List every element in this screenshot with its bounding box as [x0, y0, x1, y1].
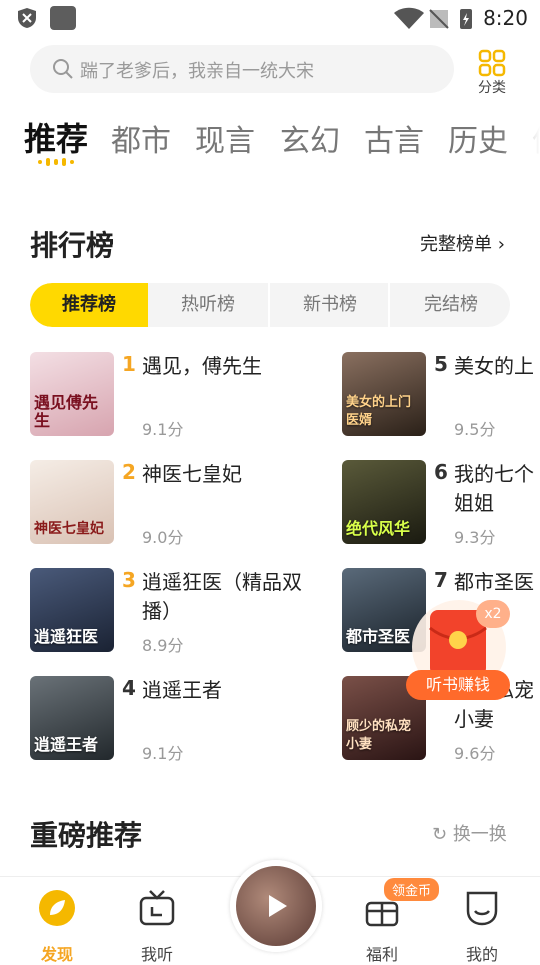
cover-title: 逍遥狂医: [34, 627, 99, 646]
ranking-title: 排行榜: [30, 229, 115, 262]
smile-icon: [466, 891, 498, 926]
coin-badge: 领金币: [384, 878, 440, 901]
listen-earn-label: 听书赚钱: [406, 670, 510, 700]
tab-ancient-romance[interactable]: 古言: [364, 116, 424, 160]
tab-recommend[interactable]: 推荐: [24, 114, 88, 160]
book-cover: 美女的上门医婿: [342, 352, 426, 436]
mini-player[interactable]: [230, 860, 322, 952]
book-cover: 遇见傅先生: [30, 352, 114, 436]
refresh-label: 换一换: [452, 824, 507, 845]
refresh-icon: ↻: [432, 824, 453, 845]
play-icon: [269, 895, 287, 917]
active-tab-indicator: [38, 158, 74, 166]
app-notification-icon: [50, 6, 76, 30]
search-icon: [53, 59, 73, 79]
leaf-icon: [39, 890, 75, 926]
listen-earn-float[interactable]: x2 听书赚钱: [406, 600, 510, 704]
book-item[interactable]: 遇见傅先生 1 遇见，傅先生 9.1分: [30, 352, 310, 444]
book-title: 都市圣医: [454, 570, 534, 594]
book-score: 9.0分: [142, 528, 184, 547]
grid-icon: [478, 49, 506, 77]
cover-title: 逍遥王者: [34, 735, 99, 754]
clock: 8:20: [483, 6, 528, 30]
book-item[interactable]: 逍遥王者 4 逍遥王者 9.1分: [30, 676, 310, 768]
shield-icon: [18, 8, 36, 28]
full-ranking-link[interactable]: 完整榜单 ›: [420, 230, 505, 256]
book-score: 9.3分: [454, 528, 496, 547]
nav-rewards-label: 福利: [365, 945, 398, 964]
book-title: 神医七皇妃: [142, 462, 242, 486]
category-tabs: 推荐 都市 现言 玄幻 古言 历史 体: [24, 112, 540, 172]
book-score: 9.6分: [454, 744, 496, 763]
book-score: 9.5分: [454, 420, 496, 439]
nav-discover-label: 发现: [40, 945, 73, 964]
book-item[interactable]: 美女的上门医婿 5 美女的上 9.5分: [342, 352, 540, 444]
wifi-icon: [394, 7, 424, 29]
book-rank: 5: [434, 352, 448, 376]
book-score: 9.1分: [142, 744, 184, 763]
category-label: 分类: [478, 80, 506, 96]
book-rank: 6: [434, 460, 448, 484]
book-score: 9.1分: [142, 420, 184, 439]
nav-listen-label: 我听: [140, 945, 173, 964]
segment-hot[interactable]: 热听榜: [148, 283, 268, 327]
tabs-fade: [500, 112, 540, 172]
segment-finished[interactable]: 完结榜: [388, 283, 510, 327]
book-rank: 4: [122, 676, 136, 700]
book-title: 逍遥狂医（精品双播）: [142, 570, 302, 623]
book-rank: 3: [122, 568, 136, 592]
cover-title: 美女的上门医婿: [346, 395, 412, 428]
system-status-icons: [394, 7, 472, 29]
segment-recommend[interactable]: 推荐榜: [30, 283, 148, 327]
status-bar: 8:20: [0, 0, 540, 36]
book-title: 我的七个姐姐: [454, 462, 534, 515]
chevron-right-icon: ›: [492, 234, 505, 255]
cover-title: 神医七皇妃: [34, 521, 104, 537]
book-cover: 神医七皇妃: [30, 460, 114, 544]
cover-title: 绝代风华: [346, 519, 411, 538]
tab-history[interactable]: 历史: [448, 116, 508, 160]
full-ranking-label: 完整榜单: [420, 234, 492, 255]
search-placeholder: 踹了老爹后，我亲自一统大宋: [80, 61, 314, 82]
category-button[interactable]: 分类: [470, 47, 514, 96]
segment-new[interactable]: 新书榜: [268, 283, 390, 327]
book-rank: 7: [434, 568, 448, 592]
cover-title: 遇见傅先生: [34, 393, 99, 430]
book-cover: 逍遥狂医: [30, 568, 114, 652]
nav-profile-label: 我的: [465, 945, 498, 964]
tab-modern-romance[interactable]: 现言: [195, 116, 255, 160]
book-item[interactable]: 神医七皇妃 2 神医七皇妃 9.0分: [30, 460, 310, 552]
book-title: 逍遥王者: [142, 678, 222, 702]
book-title: 遇见，傅先生: [142, 354, 262, 378]
book-cover: 绝代风华: [342, 460, 426, 544]
book-cover: 逍遥王者: [30, 676, 114, 760]
book-title: 美女的上: [454, 354, 534, 378]
featured-title: 重磅推荐: [30, 819, 143, 852]
book-item[interactable]: 逍遥狂医 3 逍遥狂医（精品双播） 8.9分: [30, 568, 310, 660]
refresh-button[interactable]: ↻ 换一换: [432, 820, 507, 846]
search-bar[interactable]: 踹了老爹后，我亲自一统大宋: [30, 45, 454, 93]
book-rank: 1: [122, 352, 136, 376]
multiplier-badge: x2: [476, 600, 510, 628]
book-score: 8.9分: [142, 636, 184, 655]
book-rank: 2: [122, 460, 136, 484]
tab-urban[interactable]: 都市: [111, 116, 171, 160]
book-item[interactable]: 绝代风华 6 我的七个姐姐 9.3分: [342, 460, 540, 552]
ranking-segments: 推荐榜 热听榜 新书榜 完结榜: [30, 283, 510, 327]
cover-title: 顾少的私宠小妻: [346, 719, 412, 752]
tab-fantasy[interactable]: 玄幻: [280, 116, 340, 160]
tv-icon: [139, 890, 175, 926]
